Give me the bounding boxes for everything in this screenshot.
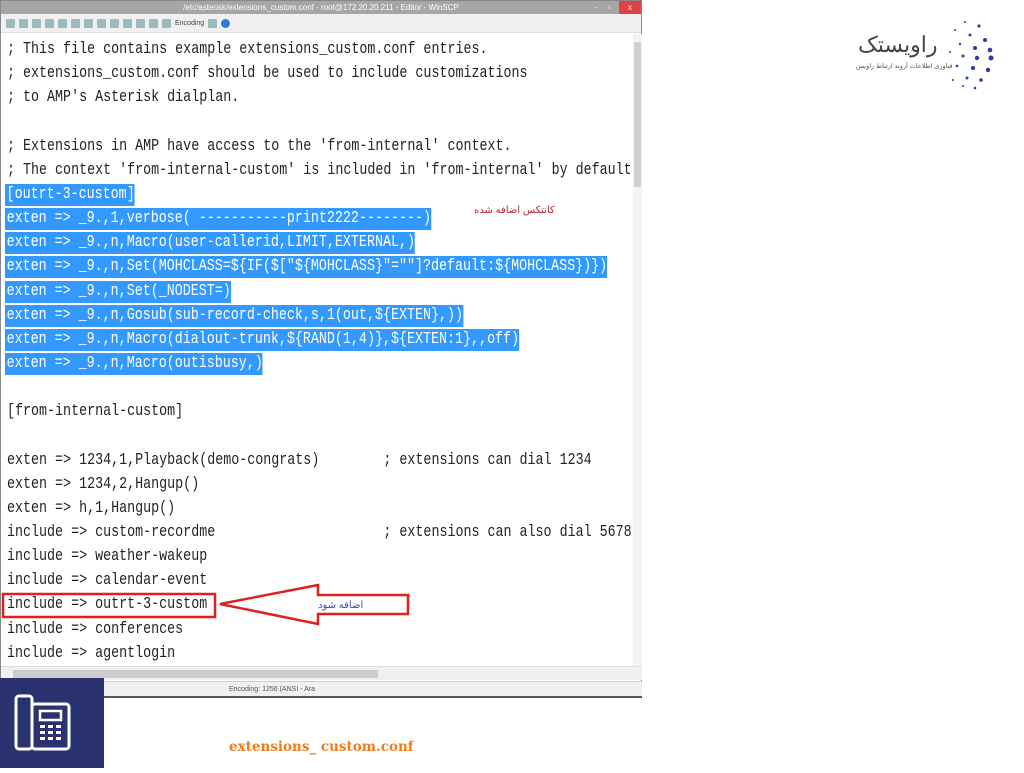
- logo-dot: [962, 85, 964, 87]
- code-line[interactable]: exten => _9.,n,Macro(dialout-trunk,${RAN…: [5, 328, 520, 351]
- replace-icon[interactable]: [136, 18, 145, 28]
- logo-dot: [977, 24, 981, 28]
- save-icon[interactable]: [6, 18, 15, 28]
- logo-dot: [983, 38, 987, 42]
- logo-dot: [964, 21, 966, 23]
- code-line[interactable]: ; Extensions in AMP have access to the '…: [7, 136, 512, 158]
- logo-dot: [955, 64, 959, 68]
- vertical-scroll-thumb[interactable]: [634, 42, 641, 187]
- logo: راویستک فناوری اطلاعات آروند ارتباط راوی…: [850, 18, 1000, 90]
- code-line[interactable]: exten => 1234,1,Playback(demo-congrats) …: [7, 450, 592, 472]
- logo-dot: [988, 55, 994, 61]
- logo-dots-icon: [949, 21, 994, 90]
- logo-subtitle: فناوری اطلاعات آروند ارتباط راویس: [856, 63, 953, 70]
- paste-icon[interactable]: [58, 18, 67, 28]
- minimize-button[interactable]: -: [594, 1, 597, 14]
- logo-dot: [968, 33, 972, 37]
- goto-line-icon[interactable]: [162, 18, 171, 28]
- highlight-box: [1, 592, 217, 619]
- copy-icon[interactable]: [32, 18, 41, 28]
- code-line[interactable]: ; to AMP's Asterisk dialplan.: [7, 87, 239, 109]
- caption: extensions_ custom.conf: [229, 739, 414, 755]
- logo-dot: [971, 66, 975, 70]
- context-added-note: کانتکس اضافه شده: [474, 205, 555, 216]
- status-encoding: Encoding: 1256 (ANSI - Ara: [229, 686, 315, 693]
- maximize-button[interactable]: ▫: [608, 1, 611, 14]
- code-line[interactable]: exten => _9.,n,Set(_NODEST=): [5, 280, 231, 303]
- undo-icon[interactable]: [97, 18, 106, 28]
- logo-dot: [949, 51, 951, 53]
- logo-dot: [987, 47, 993, 53]
- code-line[interactable]: exten => _9.,n,Macro(outisbusy,): [5, 352, 263, 375]
- refresh-icon[interactable]: [19, 18, 28, 28]
- vertical-scrollbar[interactable]: [633, 34, 642, 666]
- logo-dot: [965, 76, 969, 80]
- select-all-icon[interactable]: [84, 18, 93, 28]
- code-line[interactable]: exten => _9.,n,Set(MOHCLASS=${IF($["${MO…: [5, 256, 608, 279]
- code-line[interactable]: include => weather-wakeup: [7, 546, 207, 568]
- redo-icon[interactable]: [110, 18, 119, 28]
- horizontal-scroll-thumb[interactable]: [13, 670, 378, 678]
- arrow-icon: [219, 583, 410, 626]
- title-bar: /etc/asterisk/extensions_custom.conf - r…: [1, 1, 641, 14]
- find-icon[interactable]: [123, 18, 132, 28]
- encoding-button[interactable]: Encoding: [175, 20, 204, 27]
- code-line[interactable]: exten => 1234,2,Hangup(): [7, 474, 199, 496]
- window-title: /etc/asterisk/extensions_custom.conf - r…: [183, 3, 459, 12]
- delete-icon[interactable]: [71, 18, 80, 28]
- to-be-added-note: اضافه شود: [318, 600, 364, 611]
- logo-dot: [979, 78, 983, 82]
- logo-dot: [973, 46, 977, 50]
- code-line[interactable]: exten => h,1,Hangup(): [7, 498, 175, 520]
- find-next-icon[interactable]: [149, 18, 158, 28]
- logo-dot: [958, 42, 962, 46]
- toolbar: Encoding: [1, 14, 641, 33]
- text-editor[interactable]: ; This file contains example extensions_…: [1, 34, 633, 666]
- code-line[interactable]: include => agentlogin: [7, 643, 175, 665]
- close-button[interactable]: x: [619, 1, 641, 14]
- code-line[interactable]: exten => _9.,n,Gosub(sub-record-check,s,…: [5, 304, 464, 327]
- logo-dot: [985, 67, 991, 73]
- code-line[interactable]: exten => _9.,1,verbose( -----------print…: [5, 208, 432, 231]
- desk-phone-icon: [14, 694, 71, 751]
- code-line[interactable]: [from-internal-custom]: [7, 401, 183, 423]
- logo-dot: [974, 55, 980, 61]
- logo-name: راویستک: [858, 32, 938, 57]
- code-line[interactable]: ; The context 'from-internal-custom' is …: [7, 160, 632, 182]
- code-line[interactable]: exten => _9.,n,Macro(user-callerid,LIMIT…: [5, 232, 416, 255]
- logo-dot: [961, 54, 965, 58]
- code-line[interactable]: ; extensions_custom.conf should be used …: [7, 63, 528, 85]
- logo-dot: [952, 79, 954, 81]
- help-icon[interactable]: [221, 18, 231, 28]
- settings-icon[interactable]: [208, 18, 218, 28]
- logo-dot: [954, 29, 956, 31]
- code-line[interactable]: include => custom-recordme ; extensions …: [7, 522, 632, 544]
- code-line[interactable]: [outrt-3-custom]: [5, 183, 135, 206]
- code-line[interactable]: ; This file contains example extensions_…: [7, 39, 488, 61]
- cut-icon[interactable]: [45, 18, 54, 28]
- logo-dot: [973, 86, 977, 90]
- phone-badge: [0, 678, 104, 768]
